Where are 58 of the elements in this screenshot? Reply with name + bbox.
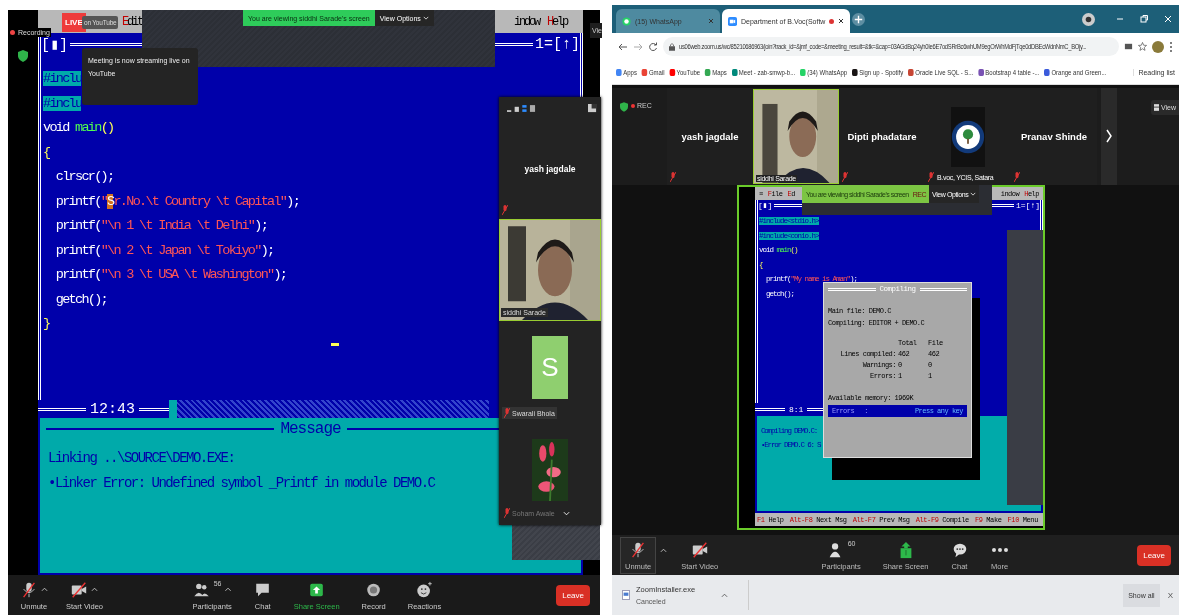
code-line: { [43,143,50,162]
code-line: getch(); [54,290,107,309]
code-line: void main() [43,119,114,137]
participant-name: yash jagdale [681,131,739,142]
code-line: clrscr(); [54,168,114,186]
file-icon [622,590,630,600]
scroll-bar[interactable] [169,400,489,418]
view-icon [1153,104,1159,111]
menu-item[interactable]: Help [546,14,567,29]
close-button[interactable]: X [1167,590,1173,600]
code-line: printf("\n 3 \t USA \t Washington"); [54,266,287,284]
leave-button[interactable]: Leave [556,584,590,606]
cursor-position: 12:43 [89,400,136,418]
message-title: Message [280,420,341,438]
lock-icon [669,42,675,51]
code-line: printf("\n 1 \t India \t Delhi"); [54,217,268,235]
chat-bubble-icon [622,16,631,26]
star-icon[interactable] [1138,42,1147,51]
shield-icon [620,102,628,112]
leave-button[interactable]: Leave [1137,544,1171,566]
participant-name: Pranav Shinde [1021,131,1087,142]
message-line: Linking ..\SOURCE\DEMO.EXE: [47,449,235,468]
extension-icon[interactable] [1124,42,1133,51]
close-icon[interactable] [838,18,845,24]
window-number: 1 [1016,201,1021,210]
muted-camera-icon [70,580,89,599]
muted-mic-icon [20,580,38,599]
camera-icon [728,16,737,26]
reload-icon[interactable] [648,41,658,52]
more-icon [990,545,1009,554]
caret-icon[interactable] [721,592,729,598]
code-line: } [43,315,50,333]
caret-icon [970,192,977,196]
restore-icon[interactable] [1139,14,1149,24]
message-line: •Linker Error: Undefined symbol _Printf in module DEMO.C [47,474,435,493]
window-number: 1 [534,35,544,53]
smiley-icon [415,580,434,599]
menu-icon[interactable] [1169,40,1173,53]
code-line: printf("\n 2 \t Japan \t Tokiyo"); [54,241,274,260]
chevron-icon[interactable] [562,510,570,516]
exit-icon[interactable] [588,103,597,113]
zoom-box[interactable]: =[↑] [1020,201,1040,210]
zoom-box[interactable]: =[↑] [544,35,580,53]
back-arrow-icon[interactable] [618,41,628,52]
shield-icon [18,50,28,62]
profile-icon[interactable] [1082,12,1095,26]
cursor-position: 8:1 [788,405,805,414]
menu-item[interactable]: indow [513,14,539,29]
avatar[interactable] [1152,40,1164,53]
new-tab-icon[interactable] [852,12,866,26]
participant-name: yash jagdale [524,164,576,174]
recording-dot-icon [829,18,835,24]
muted-camera-icon [690,540,709,559]
caret-icon [422,16,429,20]
avatar: S [532,336,568,399]
menu-item[interactable]: Edit [122,14,143,29]
close-box[interactable]: [▮] [758,201,773,210]
participant-name: Dipti phadatare [847,131,917,142]
